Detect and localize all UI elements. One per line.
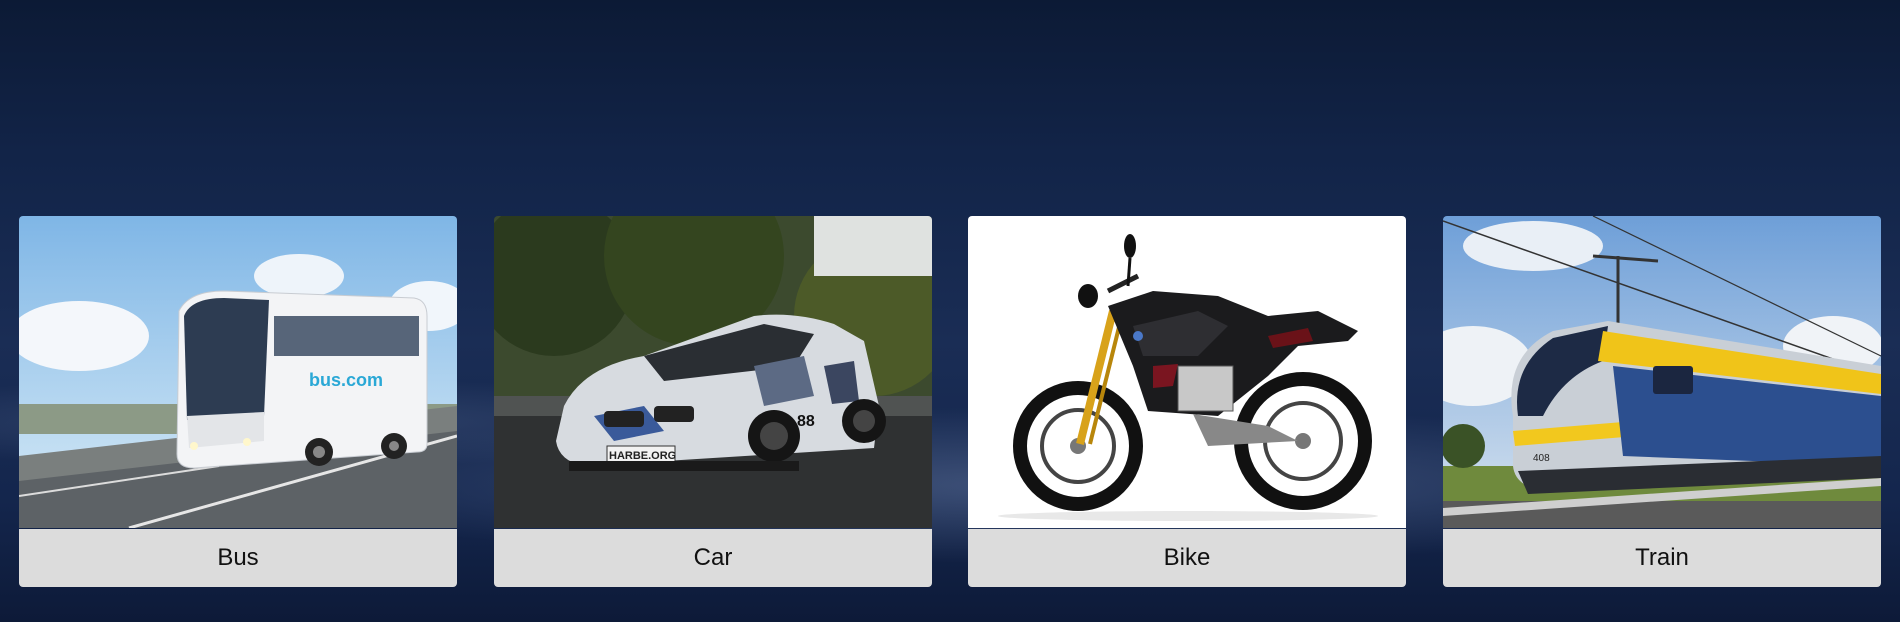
bike-label[interactable]: Bike [968, 529, 1406, 587]
train-card[interactable]: 408 Train [1443, 216, 1881, 588]
car-card[interactable]: HARBE.ORG 88 Car [494, 216, 932, 588]
car-label[interactable]: Car [494, 529, 932, 587]
vehicle-card-grid: bus.com Bus HARBE.ORG 88 Car Bike 408 Tr… [19, 216, 1881, 588]
train-number-text: 408 [1533, 453, 1550, 464]
car-number-text: 88 [797, 413, 815, 430]
car-plate-text: HARBE.ORG [609, 450, 676, 462]
train-image[interactable]: 408 [1443, 216, 1881, 528]
bike-image[interactable] [968, 216, 1406, 528]
car-image[interactable]: HARBE.ORG 88 [494, 216, 932, 528]
bus-logo-text: bus.com [309, 370, 383, 390]
train-label[interactable]: Train [1443, 529, 1881, 587]
bike-card[interactable]: Bike [968, 216, 1406, 588]
bus-label[interactable]: Bus [19, 529, 457, 587]
bus-card[interactable]: bus.com Bus [19, 216, 457, 588]
bus-image[interactable]: bus.com [19, 216, 457, 528]
